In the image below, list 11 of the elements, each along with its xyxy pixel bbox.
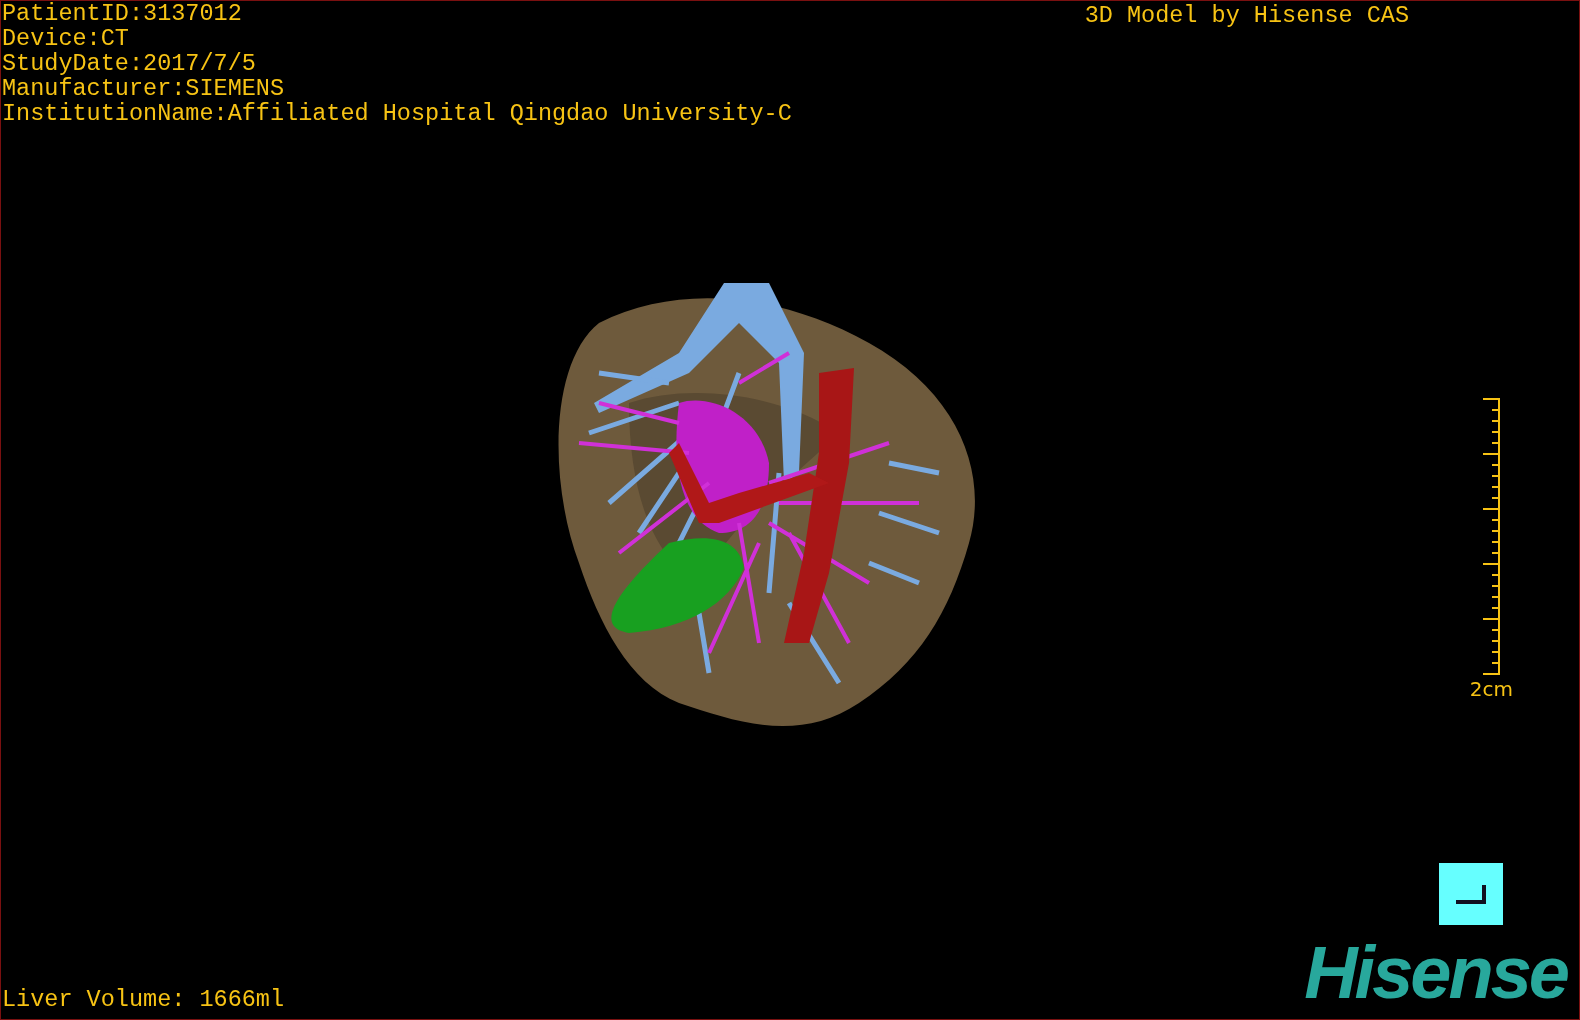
liver-volume-text: Liver Volume: 1666ml xyxy=(1,987,285,1015)
patient-info-text: InstitutionName:Affiliated Hospital Qingdao University-C xyxy=(2,101,792,126)
model-caption: 3D Model by Hisense CAS xyxy=(1084,1,1409,31)
patient-info-text: Device:CT xyxy=(2,26,130,51)
patient-info-text: StudyDate:2017/7/5 xyxy=(2,51,257,76)
corner-button[interactable] xyxy=(1439,863,1503,925)
scale-label: 2cm xyxy=(1469,677,1513,701)
corner-icon xyxy=(1454,883,1488,905)
patient-info-text: PatientID:3137012 xyxy=(2,1,243,26)
patient-info-text: Manufacturer:SIEMENS xyxy=(2,76,286,101)
brand-logo: Hisense xyxy=(1304,941,1569,1005)
